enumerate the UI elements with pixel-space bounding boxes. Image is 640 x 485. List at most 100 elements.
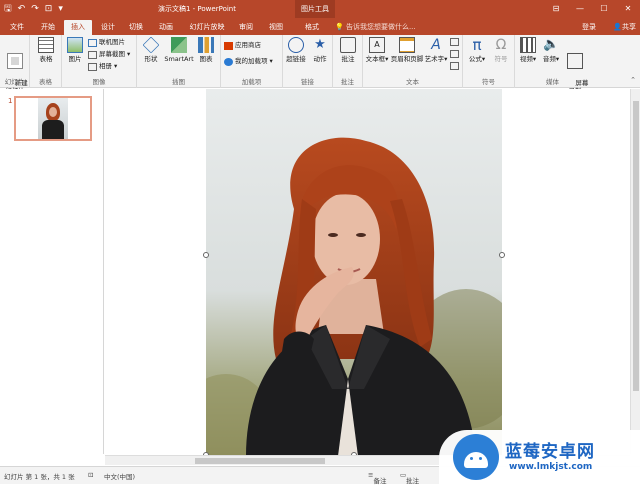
quick-access-toolbar: 🖫 ↶ ↷ ⊡ ▾ [4, 2, 63, 16]
video-icon [520, 37, 536, 53]
customize-qat-icon[interactable]: ▾ [58, 2, 63, 16]
picture-icon [67, 37, 83, 53]
equation-button[interactable]: π 公式▾ [465, 37, 489, 63]
shapes-button[interactable]: 形状 [139, 36, 163, 63]
chevron-down-icon: ▾ [127, 50, 131, 58]
tab-home[interactable]: 开始 [36, 20, 60, 35]
online-picture-button[interactable]: 联机图片 [88, 38, 125, 47]
action-button[interactable]: ★ 动作 [309, 37, 331, 63]
chevron-down-icon: ▾ [481, 55, 486, 63]
omega-icon: Ω [495, 37, 507, 53]
group-addins: 应用商店 我的加载项 ▾ 加载项 [221, 35, 283, 88]
undo-icon[interactable]: ↶ [18, 2, 26, 16]
group-label-text: 文本 [406, 78, 419, 86]
star-icon: ★ [314, 37, 326, 52]
table-button[interactable]: 表格 [34, 37, 58, 63]
resize-handle-right[interactable] [499, 252, 505, 258]
group-slides: 新建 幻灯片 幻灯片 [0, 35, 30, 95]
chart-label: 图表 [199, 55, 213, 63]
tell-me-search[interactable]: 💡 告诉我您想要做什么... [335, 20, 416, 34]
tab-design[interactable]: 设计 [96, 20, 120, 35]
language-indicator[interactable]: 中文(中国) [104, 471, 135, 481]
my-addins-button[interactable]: 我的加载项 ▾ [224, 57, 273, 66]
symbol-button[interactable]: Ω 符号 [489, 37, 513, 63]
hyperlink-label: 超链接 [286, 55, 306, 63]
store-button[interactable]: 应用商店 [224, 41, 261, 50]
collapse-ribbon-icon[interactable]: ⌃ [630, 76, 636, 84]
ribbon-display-options-icon[interactable]: ⊟ [544, 0, 568, 18]
person-icon: 👤 [613, 23, 622, 31]
window-controls: ⊟ — ☐ ✕ [544, 0, 640, 18]
picture-button[interactable]: 图片 [64, 37, 86, 63]
group-illustrations: 形状 SmartArt 图表 插图 [137, 35, 221, 88]
slide-count: 幻灯片 第 1 张，共 1 张 [4, 473, 75, 481]
thumbnail-photo [38, 98, 68, 139]
group-label-links: 链接 [301, 78, 314, 86]
hyperlink-button[interactable]: 超链接 [284, 37, 308, 63]
header-footer-label: 页眉和页脚 [390, 55, 424, 63]
symbol-label: 符号 [494, 55, 508, 63]
tab-format[interactable]: 格式 [298, 20, 326, 35]
tab-slideshow[interactable]: 幻灯片放映 [185, 20, 229, 35]
video-button[interactable]: 视频▾ [517, 37, 539, 63]
group-label-tables: 表格 [39, 78, 52, 86]
save-icon[interactable]: 🖫 [4, 2, 12, 16]
online-picture-icon [88, 38, 97, 47]
album-button[interactable]: 相册 ▾ [88, 62, 117, 71]
audio-button[interactable]: 🔈 音频▾ [539, 37, 563, 63]
comment-button[interactable]: 批注 [336, 37, 360, 63]
tab-animations[interactable]: 动画 [154, 20, 178, 35]
share-button[interactable]: 👤共享 [613, 20, 636, 34]
close-button[interactable]: ✕ [616, 0, 640, 18]
comment-label: 批注 [341, 55, 355, 63]
slide-thumbnail-pane [0, 89, 104, 454]
login-link[interactable]: 登录 [582, 20, 596, 34]
table-icon [38, 37, 54, 53]
header-footer-icon [399, 37, 415, 53]
tab-review[interactable]: 审阅 [234, 20, 258, 35]
horizontal-scroll-thumb[interactable] [195, 458, 325, 464]
maximize-button[interactable]: ☐ [592, 0, 616, 18]
comments-button[interactable]: ▭ 批注 [400, 471, 419, 485]
document-title: 演示文稿1 - PowerPoint [158, 5, 236, 13]
share-label: 共享 [622, 23, 636, 31]
vertical-scrollbar[interactable] [630, 89, 640, 454]
textbox-label: 文本框 [365, 55, 386, 63]
chart-button[interactable]: 图表 [195, 37, 217, 63]
tab-view[interactable]: 视图 [264, 20, 288, 35]
shapes-label: 形状 [144, 55, 158, 63]
tab-transitions[interactable]: 切换 [124, 20, 148, 35]
smartart-button[interactable]: SmartArt [163, 37, 195, 63]
watermark-url: www.lmkjst.com [509, 462, 593, 472]
spelling-icon[interactable]: ⊡ [88, 471, 93, 479]
slide-number-icon[interactable] [450, 50, 459, 58]
group-label-illustrations: 插图 [172, 78, 185, 86]
textbox-icon: A [369, 37, 385, 53]
textbox-button[interactable]: A 文本框▾ [364, 37, 390, 63]
header-footer-button[interactable]: 页眉和页脚 [390, 37, 424, 63]
shapes-icon [142, 36, 160, 54]
chevron-down-icon: ▾ [444, 55, 448, 63]
online-picture-label: 联机图片 [99, 38, 125, 46]
screenshot-button[interactable]: 屏幕截图 ▾ [88, 50, 130, 59]
tab-insert[interactable]: 插入 [64, 20, 92, 35]
album-label: 相册 [99, 62, 112, 70]
object-icon[interactable] [450, 62, 459, 70]
group-text: A 文本框▾ 页眉和页脚 A 艺术字▾ 文本 [363, 35, 463, 88]
resize-handle-left[interactable] [203, 252, 209, 258]
site-watermark: 蓝莓安卓网 www.lmkjst.com [439, 430, 640, 484]
tab-file[interactable]: 文件 [6, 20, 28, 35]
screenshot-icon [88, 50, 97, 59]
smartart-icon [171, 37, 187, 53]
slide-thumbnail[interactable] [14, 96, 92, 141]
wordart-button[interactable]: A 艺术字▾ [424, 37, 448, 63]
vertical-scroll-thumb[interactable] [633, 101, 639, 391]
speaker-icon: 🔈 [543, 37, 560, 52]
start-from-beginning-icon[interactable]: ⊡ [45, 2, 53, 16]
date-time-icon[interactable] [450, 38, 459, 46]
redo-icon[interactable]: ↷ [31, 2, 39, 16]
minimize-button[interactable]: — [568, 0, 592, 18]
screen-recording-icon [567, 53, 583, 69]
notes-button[interactable]: ≡ 备注 [368, 471, 386, 485]
selected-picture[interactable] [206, 89, 502, 456]
